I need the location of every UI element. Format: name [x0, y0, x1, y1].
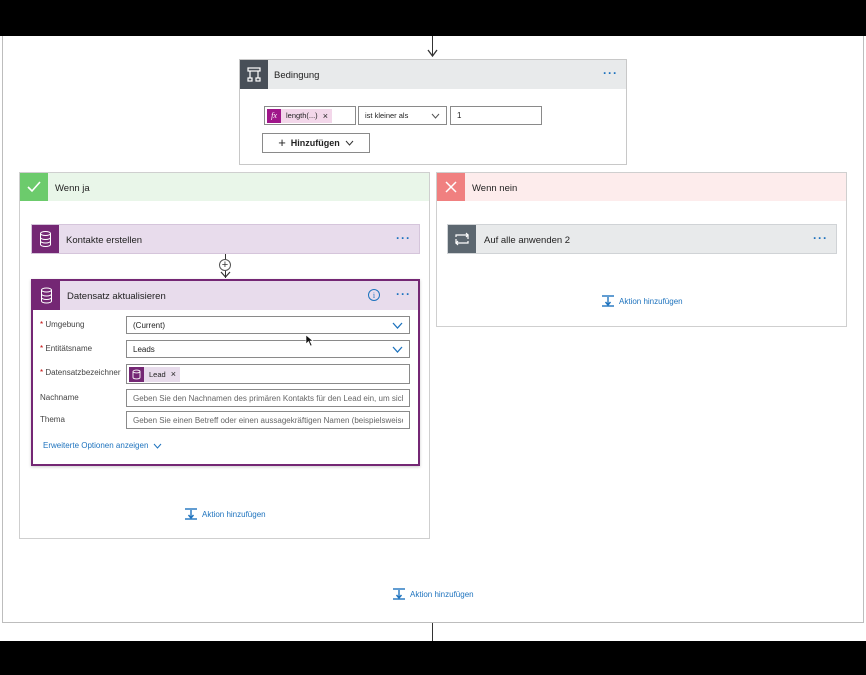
database-icon: [33, 281, 60, 310]
add-action-yes-label: Aktion hinzufügen: [202, 509, 266, 519]
lead-token-label: Lead: [149, 369, 166, 379]
apply-to-each-title: Auf alle anwenden 2: [484, 235, 571, 246]
condition-card: Bedingung ··· fx length(...) × ist klein…: [239, 59, 627, 165]
update-record-title: Datensatz aktualisieren: [67, 291, 166, 302]
update-record-header[interactable]: Datensatz aktualisieren i ···: [33, 281, 418, 310]
field-label-subject: Thema: [40, 415, 65, 424]
environment-value: (Current): [133, 320, 166, 330]
operator-value: ist kleiner als: [365, 111, 409, 120]
close-icon[interactable]: ×: [323, 111, 328, 121]
condition-header[interactable]: Bedingung ···: [240, 60, 626, 89]
check-icon: [20, 173, 48, 201]
create-contacts-more-icon[interactable]: ···: [396, 231, 411, 245]
branch-yes: Wenn ja Kontakte erstellen ··· + Datensa…: [19, 172, 430, 539]
chevron-down-icon: [392, 346, 403, 353]
branch-no-title: Wenn nein: [472, 183, 518, 194]
condition-icon: [240, 60, 268, 89]
create-contacts-card[interactable]: Kontakte erstellen ···: [31, 224, 420, 254]
field-label-environment: * Umgebung: [40, 320, 85, 329]
add-condition-button[interactable]: + Hinzufügen: [262, 133, 370, 153]
branch-yes-title: Wenn ja: [55, 183, 90, 194]
plus-icon: +: [278, 135, 286, 150]
apply-to-each-more-icon[interactable]: ···: [813, 231, 828, 245]
chevron-down-icon: [431, 113, 440, 119]
condition-left-operand[interactable]: fx length(...) ×: [264, 106, 356, 125]
update-record-more-icon[interactable]: ···: [396, 287, 411, 301]
branch-no-header[interactable]: Wenn nein: [437, 173, 846, 201]
loop-icon: [448, 225, 476, 253]
advanced-options-label: Erweiterte Optionen anzeigen: [43, 441, 149, 450]
database-icon: [32, 225, 59, 253]
environment-dropdown[interactable]: (Current): [126, 316, 410, 334]
add-action-bottom-label: Aktion hinzufügen: [410, 589, 474, 599]
info-icon[interactable]: i: [368, 289, 380, 301]
field-label-entity: * Entitätsname: [40, 344, 93, 353]
insert-step-icon[interactable]: +: [219, 259, 231, 271]
flow-connector-bottom: [432, 623, 433, 641]
x-icon: [437, 173, 465, 201]
operator-dropdown[interactable]: ist kleiner als: [358, 106, 447, 125]
add-action-no-button[interactable]: Aktion hinzufügen: [601, 294, 683, 308]
create-contacts-title: Kontakte erstellen: [66, 235, 143, 246]
entity-name-dropdown[interactable]: Leads: [126, 340, 410, 358]
mouse-cursor: [305, 334, 314, 347]
scope-bottom-border: [2, 622, 864, 623]
field-label-record-id: * Datensatzbezeichner: [40, 368, 121, 377]
chevron-down-icon: [345, 140, 354, 146]
add-action-no-label: Aktion hinzufügen: [619, 296, 683, 306]
condition-title: Bedingung: [274, 70, 320, 81]
right-operand-value: 1: [457, 111, 462, 120]
scope-right-border: [863, 36, 864, 623]
fx-icon: fx: [267, 108, 281, 123]
advanced-options-link[interactable]: Erweiterte Optionen anzeigen: [43, 441, 162, 450]
branch-yes-header[interactable]: Wenn ja: [20, 173, 429, 201]
insert-action-icon: [185, 508, 197, 520]
entity-name-value: Leads: [133, 344, 155, 354]
lastname-input[interactable]: Geben Sie den Nachnamen des primären Kon…: [126, 389, 410, 407]
expression-token[interactable]: fx length(...) ×: [267, 108, 332, 123]
condition-more-icon[interactable]: ···: [603, 66, 618, 80]
close-icon[interactable]: ×: [171, 369, 176, 379]
add-action-yes-button[interactable]: Aktion hinzufügen: [184, 507, 266, 521]
add-action-bottom-button[interactable]: Aktion hinzufügen: [392, 587, 474, 601]
token-label: length(...): [286, 111, 318, 120]
database-icon: [129, 366, 144, 382]
condition-right-operand[interactable]: 1: [450, 106, 542, 125]
insert-action-icon: [602, 295, 614, 307]
apply-to-each-card[interactable]: Auf alle anwenden 2 ···: [447, 224, 837, 254]
scope-left-border: [2, 36, 3, 623]
lead-token[interactable]: Lead ×: [129, 366, 180, 382]
field-label-lastname: Nachname: [40, 393, 79, 402]
subject-input[interactable]: Geben Sie einen Betreff oder einen aussa…: [126, 411, 410, 429]
subject-placeholder: Geben Sie einen Betreff oder einen aussa…: [133, 415, 403, 425]
branch-no: Wenn nein Auf alle anwenden 2 ··· Aktion…: [436, 172, 847, 327]
add-condition-label: Hinzufügen: [290, 138, 340, 148]
arrow-down-icon: [220, 271, 231, 278]
chevron-down-icon: [392, 322, 403, 329]
lastname-placeholder: Geben Sie den Nachnamen des primären Kon…: [133, 393, 403, 403]
update-record-card: Datensatz aktualisieren i ··· * Umgebung…: [31, 279, 420, 466]
chevron-down-icon: [153, 443, 162, 449]
record-id-field[interactable]: Lead ×: [126, 364, 410, 384]
arrow-down-icon: [427, 49, 438, 58]
insert-action-icon: [393, 588, 405, 600]
